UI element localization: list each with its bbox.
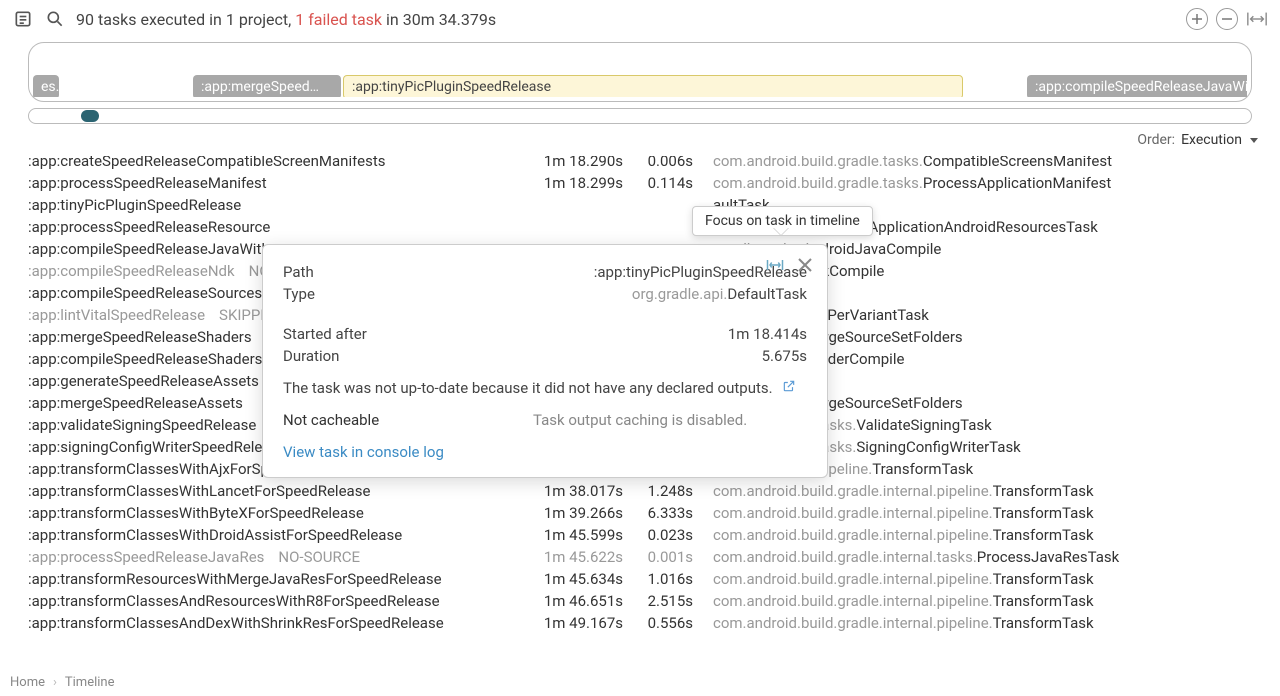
timeline-bar[interactable]: :app:mergeSpeed… bbox=[193, 75, 341, 97]
header-actions bbox=[1186, 8, 1268, 30]
task-row[interactable]: :app:processSpeedReleaseManifest1m 18.29… bbox=[28, 172, 1276, 194]
menu-icon[interactable] bbox=[12, 8, 34, 30]
not-cacheable-reason: Task output caching is disabled. bbox=[533, 411, 747, 429]
task-row[interactable]: :app:transformClassesAndDexWithShrinkRes… bbox=[28, 612, 1276, 634]
cacheable-row: Not cacheable Task output caching is dis… bbox=[283, 411, 807, 429]
breadcrumb-timeline[interactable]: Timeline bbox=[65, 675, 115, 690]
task-row[interactable]: :app:transformClassesWithByteXForSpeedRe… bbox=[28, 502, 1276, 524]
order-value: Execution bbox=[1181, 132, 1242, 148]
task-row[interactable]: :app:transformClassesWithLancetForSpeedR… bbox=[28, 480, 1276, 502]
task-row[interactable]: :app:processSpeedReleaseResource.gradle.… bbox=[28, 216, 1276, 238]
order-selector[interactable]: Order: Execution bbox=[0, 124, 1280, 156]
failed-task-link[interactable]: 1 failed task bbox=[295, 10, 382, 29]
timeline[interactable]: es… :app:mergeSpeed…:app:tinyPicPluginSpe… bbox=[28, 42, 1252, 102]
task-row[interactable]: :app:transformClassesAndResourcesWithR8F… bbox=[28, 590, 1276, 612]
task-row[interactable]: :app:createSpeedReleaseCompatibleScreenM… bbox=[28, 156, 1276, 172]
timeline-bar[interactable]: es… bbox=[33, 75, 59, 97]
breadcrumb-sep: › bbox=[53, 675, 57, 690]
timeline-scrubber[interactable] bbox=[28, 108, 1252, 124]
external-link-icon[interactable] bbox=[782, 379, 796, 397]
detail-row: Path:app:tinyPicPluginSpeedRelease bbox=[283, 263, 807, 281]
search-icon[interactable] bbox=[44, 8, 66, 30]
fit-width-button[interactable] bbox=[1246, 8, 1268, 30]
uptodate-note: The task was not up-to-date because it d… bbox=[283, 379, 807, 397]
task-detail-popover: Path:app:tinyPicPluginSpeedRelease Typeor… bbox=[262, 244, 828, 478]
not-cacheable-label: Not cacheable bbox=[283, 411, 533, 429]
task-row[interactable]: :app:tinyPicPluginSpeedReleaseaultTask bbox=[28, 194, 1276, 216]
zoom-in-button[interactable] bbox=[1186, 8, 1208, 30]
detail-row: Duration5.675s bbox=[283, 347, 807, 365]
tasks-count: 90 bbox=[76, 10, 94, 29]
breadcrumb: Home › Timeline bbox=[0, 669, 1280, 696]
close-popover-button[interactable] bbox=[795, 255, 815, 275]
focus-tooltip: Focus on task in timeline bbox=[692, 206, 873, 236]
focus-timeline-button[interactable] bbox=[765, 255, 785, 275]
task-row[interactable]: :app:processSpeedReleaseJavaResNO-SOURCE… bbox=[28, 546, 1276, 568]
header: 90 tasks executed in 1 project, 1 failed… bbox=[0, 0, 1280, 38]
page-title: 90 tasks executed in 1 project, 1 failed… bbox=[76, 10, 496, 29]
projects-count: 1 bbox=[226, 10, 235, 29]
view-console-log-link[interactable]: View task in console log bbox=[283, 443, 807, 461]
zoom-out-button[interactable] bbox=[1216, 8, 1238, 30]
timeline-bar[interactable]: :app:tinyPicPluginSpeedRelease bbox=[343, 75, 963, 97]
task-row[interactable]: :app:transformResourcesWithMergeJavaResF… bbox=[28, 568, 1276, 590]
order-label: Order: bbox=[1137, 132, 1175, 148]
timeline-bar[interactable]: :app:compileSpeedReleaseJavaWithJa bbox=[1027, 75, 1247, 97]
build-duration: 30m 34.379s bbox=[403, 10, 496, 29]
breadcrumb-home[interactable]: Home bbox=[10, 675, 45, 690]
detail-row: Typeorg.gradle.api.DefaultTask bbox=[283, 285, 807, 303]
task-row[interactable]: :app:transformClassesWithDroidAssistForS… bbox=[28, 524, 1276, 546]
chevron-down-icon bbox=[1248, 134, 1260, 146]
detail-row: Started after1m 18.414s bbox=[283, 325, 807, 343]
scrubber-handle[interactable] bbox=[81, 110, 99, 122]
